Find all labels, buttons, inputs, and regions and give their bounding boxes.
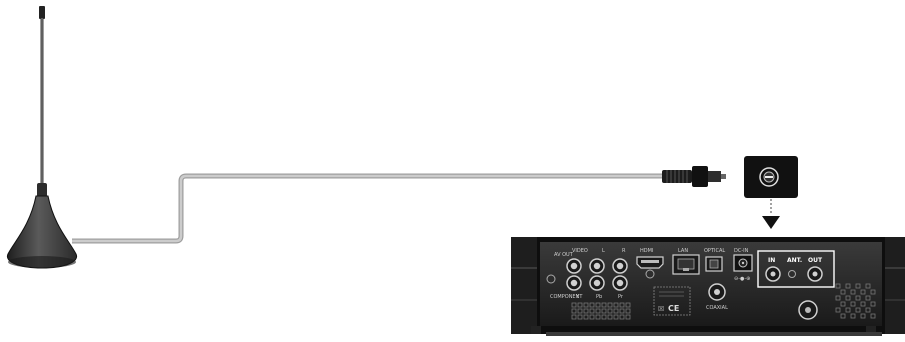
dc-in-port: ⊖-●-⊕ bbox=[733, 254, 753, 282]
label-lan: LAN bbox=[678, 248, 688, 254]
antenna-tip bbox=[39, 6, 45, 19]
antenna-icon bbox=[6, 6, 78, 269]
svg-text:☒: ☒ bbox=[658, 305, 664, 313]
svg-text:⊖-●-⊕: ⊖-●-⊕ bbox=[734, 276, 750, 282]
hdmi-port bbox=[636, 256, 664, 269]
label-ant-out: OUT bbox=[808, 257, 823, 264]
antenna-base-bottom bbox=[8, 256, 76, 268]
antenna-socket-callout bbox=[744, 156, 798, 198]
label-ant-in: IN bbox=[768, 257, 775, 264]
label-left: L bbox=[602, 248, 605, 254]
label-right: R bbox=[622, 248, 626, 254]
lan-port bbox=[672, 254, 700, 275]
label-pb: Pb bbox=[596, 294, 602, 300]
down-arrow-icon bbox=[762, 216, 780, 229]
ce-mark: CE bbox=[668, 304, 679, 313]
coax-plug-icon bbox=[662, 166, 726, 187]
antenna-cable bbox=[72, 173, 664, 244]
label-dc-in: DC-IN bbox=[734, 248, 749, 254]
label-hdmi: HDMI bbox=[640, 248, 653, 254]
media-player-device: AV OUT VIDEO L R HDMI LAN OPTICAL DC-IN … bbox=[511, 237, 905, 336]
label-video: VIDEO bbox=[572, 248, 588, 254]
connection-diagram: AV OUT VIDEO L R HDMI LAN OPTICAL DC-IN … bbox=[6, 6, 905, 336]
antenna-rod bbox=[40, 18, 44, 186]
label-ant: ANT. bbox=[787, 257, 802, 264]
antenna-neck bbox=[37, 183, 47, 197]
label-coaxial: COAXIAL bbox=[706, 305, 728, 311]
coaxial-port bbox=[708, 283, 726, 301]
label-av-out: AV OUT bbox=[554, 252, 574, 258]
optical-port bbox=[705, 256, 723, 272]
label-optical: OPTICAL bbox=[704, 248, 725, 254]
